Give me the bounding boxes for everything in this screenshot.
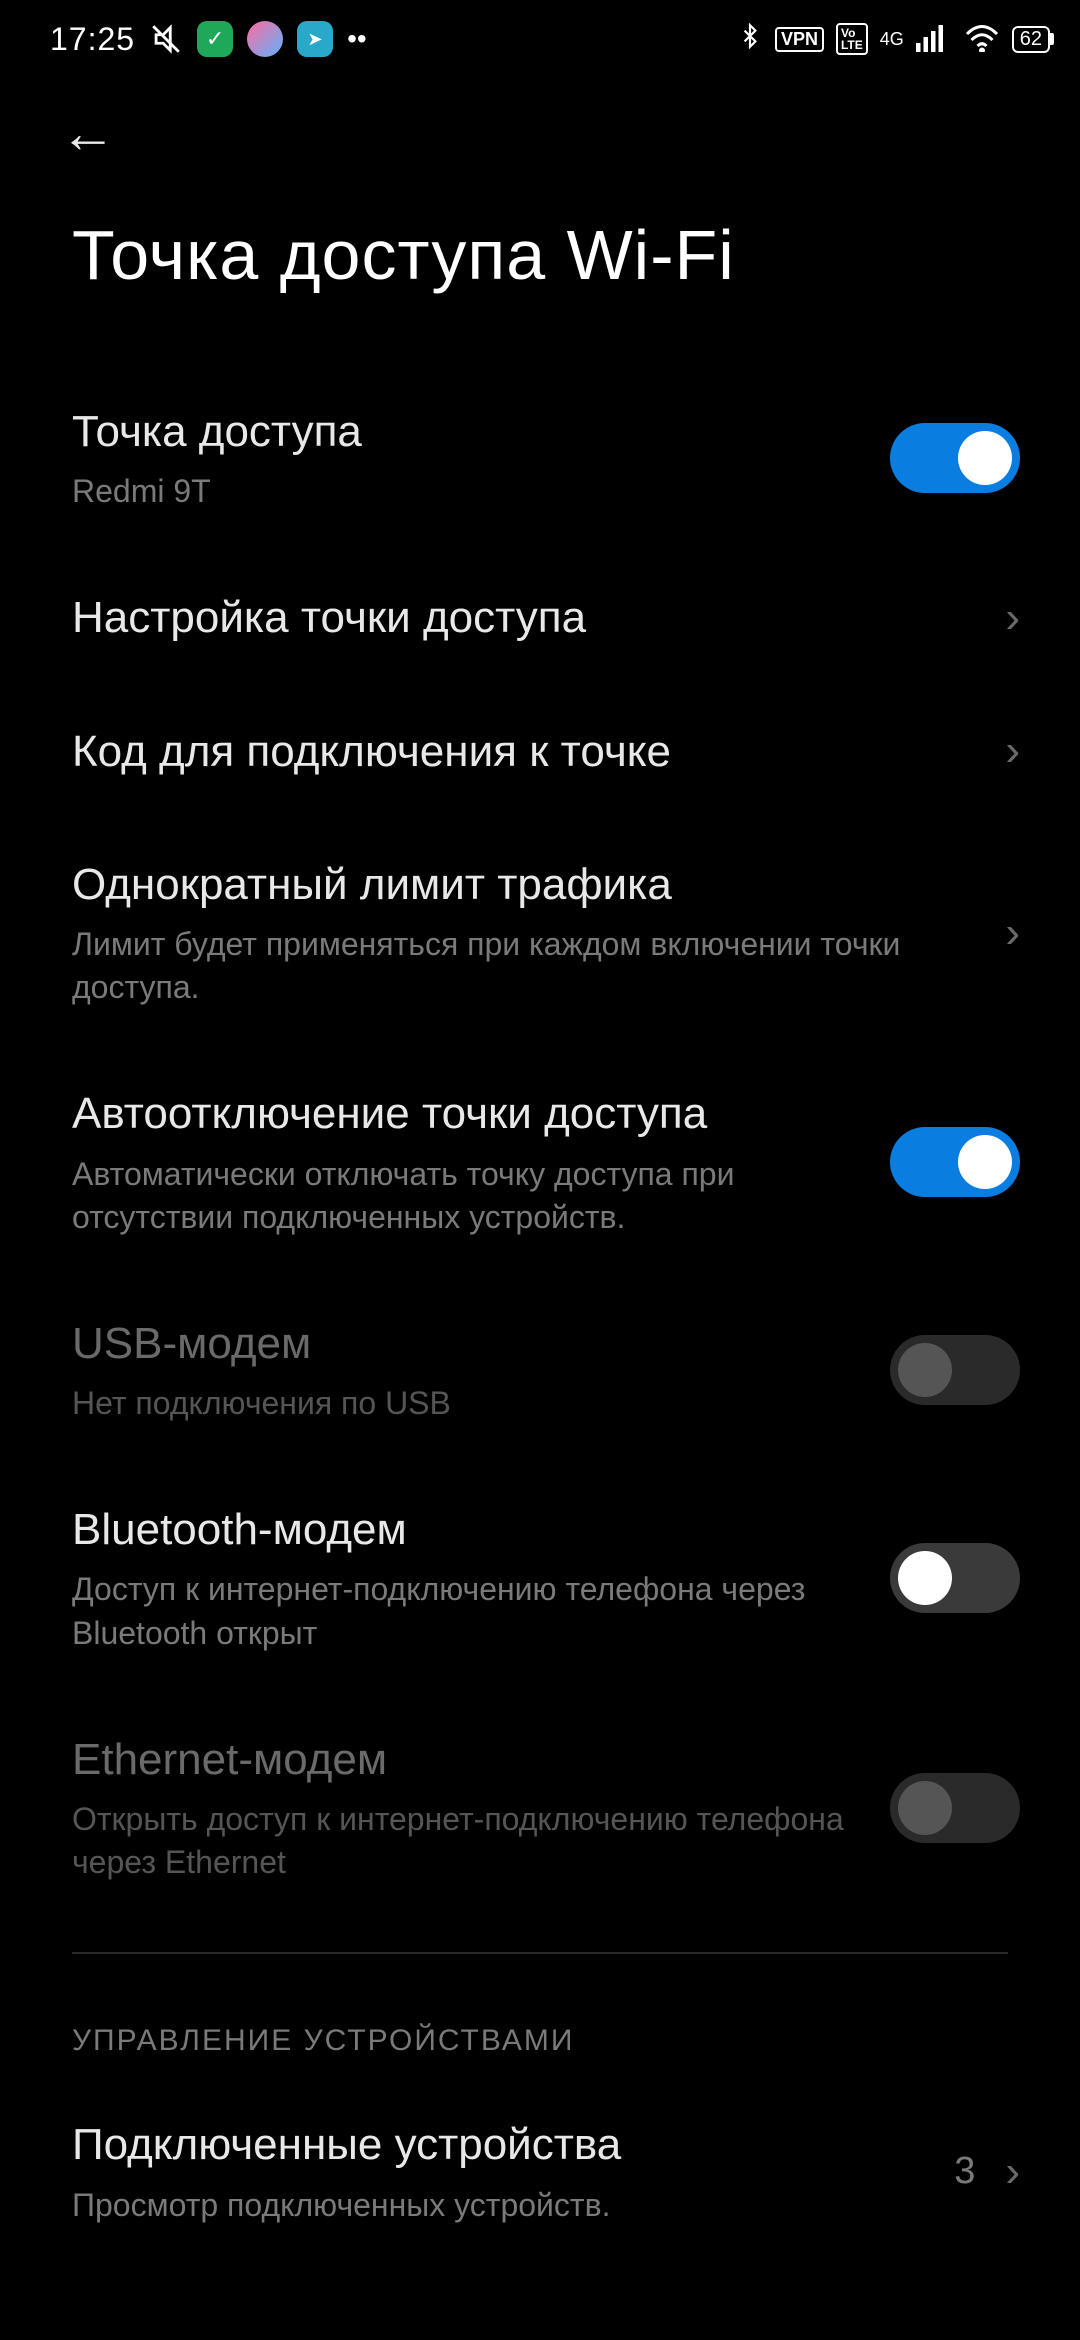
- chevron-right-icon: ›: [1005, 2147, 1020, 2197]
- setting-subtitle: Открыть доступ к интернет-подключению те…: [72, 1798, 860, 1884]
- page-title: Точка доступа Wi-Fi: [0, 185, 1080, 345]
- setting-subtitle: Автоматически отключать точку доступа пр…: [72, 1153, 860, 1239]
- setting-title: Однократный лимит трафика: [72, 856, 975, 913]
- setting-text: USB-модем Нет подключения по USB: [72, 1315, 890, 1425]
- setting-auto-off[interactable]: Автоотключение точки доступа Автоматичес…: [0, 1047, 1080, 1277]
- setting-text: Однократный лимит трафика Лимит будет пр…: [72, 856, 1005, 1010]
- battery-icon: 62: [1012, 26, 1050, 53]
- setting-text: Автоотключение точки доступа Автоматичес…: [72, 1085, 890, 1239]
- vpn-badge: VPN: [775, 27, 824, 52]
- header-row: ←: [0, 70, 1080, 185]
- app-icon-1: [197, 21, 233, 57]
- trailing-group: 3 ›: [954, 2147, 1020, 2197]
- setting-title: Точка доступа: [72, 403, 860, 460]
- mute-icon: [149, 22, 183, 56]
- setting-subtitle: Нет подключения по USB: [72, 1382, 860, 1425]
- setting-text: Код для подключения к точке: [72, 723, 1005, 780]
- chevron-right-icon: ›: [1005, 593, 1020, 643]
- bluetooth-modem-toggle[interactable]: [890, 1543, 1020, 1613]
- setting-subtitle: Просмотр подключенных устройств.: [72, 2184, 924, 2227]
- setting-subtitle: Redmi 9T: [72, 470, 860, 513]
- setting-title: Bluetooth-модем: [72, 1501, 860, 1558]
- status-left: 17:25 ••: [50, 21, 367, 58]
- bluetooth-icon: [737, 23, 763, 56]
- signal-icon: [916, 22, 952, 57]
- setting-text: Подключенные устройства Просмотр подключ…: [72, 2116, 954, 2226]
- ethernet-modem-toggle: [890, 1773, 1020, 1843]
- back-button[interactable]: ←: [60, 101, 116, 164]
- setting-text: Точка доступа Redmi 9T: [72, 403, 890, 513]
- app-icon-2: [247, 21, 283, 57]
- setting-usb-modem: USB-модем Нет подключения по USB: [0, 1277, 1080, 1463]
- setting-title: USB-модем: [72, 1315, 860, 1372]
- setting-bluetooth-modem[interactable]: Bluetooth-модем Доступ к интернет-подклю…: [0, 1463, 1080, 1693]
- setting-connection-code[interactable]: Код для подключения к точке ›: [0, 685, 1080, 818]
- setting-title: Настройка точки доступа: [72, 589, 975, 646]
- setting-title: Подключенные устройства: [72, 2116, 924, 2173]
- usb-modem-toggle: [890, 1335, 1020, 1405]
- setting-text: Bluetooth-модем Доступ к интернет-подклю…: [72, 1501, 890, 1655]
- setting-hotspot-config[interactable]: Настройка точки доступа ›: [0, 551, 1080, 684]
- app-icon-3: [297, 21, 333, 57]
- more-icon: ••: [347, 23, 367, 55]
- status-bar: 17:25 •• VPN VoLTE 4G 62: [0, 0, 1080, 70]
- setting-ethernet-modem: Ethernet-модем Открыть доступ к интернет…: [0, 1693, 1080, 1923]
- settings-list: Точка доступа Redmi 9T Настройка точки д…: [0, 345, 1080, 2285]
- setting-subtitle: Доступ к интернет-подключению телефона ч…: [72, 1568, 860, 1654]
- connected-count: 3: [954, 2150, 975, 2193]
- network-type-icon: 4G: [880, 29, 904, 50]
- setting-subtitle: Лимит будет применяться при каждом включ…: [72, 923, 975, 1009]
- wifi-icon: [964, 22, 1000, 57]
- setting-title: Ethernet-модем: [72, 1731, 860, 1788]
- setting-title: Код для подключения к точке: [72, 723, 975, 780]
- status-time: 17:25: [50, 21, 135, 58]
- chevron-right-icon: ›: [1005, 726, 1020, 776]
- hotspot-toggle[interactable]: [890, 423, 1020, 493]
- setting-connected-devices[interactable]: Подключенные устройства Просмотр подключ…: [0, 2078, 1080, 2264]
- volte-badge: VoLTE: [836, 23, 868, 55]
- setting-hotspot[interactable]: Точка доступа Redmi 9T: [0, 365, 1080, 551]
- setting-text: Настройка точки доступа: [72, 589, 1005, 646]
- setting-title: Автоотключение точки доступа: [72, 1085, 860, 1142]
- chevron-right-icon: ›: [1005, 908, 1020, 958]
- status-right: VPN VoLTE 4G 62: [737, 22, 1050, 57]
- auto-off-toggle[interactable]: [890, 1127, 1020, 1197]
- setting-traffic-limit[interactable]: Однократный лимит трафика Лимит будет пр…: [0, 818, 1080, 1048]
- divider: [72, 1952, 1008, 1954]
- setting-text: Ethernet-модем Открыть доступ к интернет…: [72, 1731, 890, 1885]
- section-header: УПРАВЛЕНИЕ УСТРОЙСТВАМИ: [0, 1984, 1080, 2078]
